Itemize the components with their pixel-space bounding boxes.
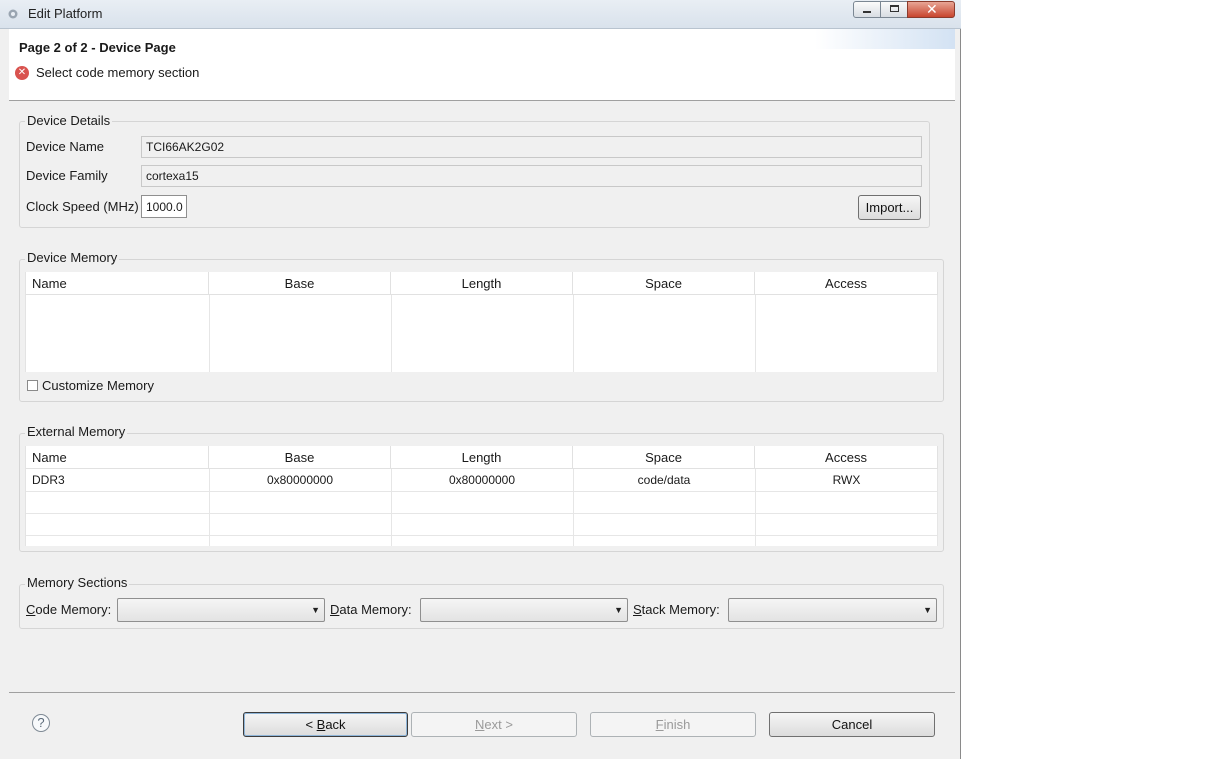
maximize-icon [890,5,899,12]
column-divider [937,295,938,372]
column-header-name[interactable]: Name [26,446,209,469]
header-decoration [815,29,955,49]
table-cell-length: 0x80000000 [448,473,516,487]
back-label: ack [325,717,346,732]
footer-divider [9,692,955,693]
close-icon: ✕ [926,1,938,17]
stack-memory-dropdown[interactable]: ▼ [728,598,937,622]
help-icon[interactable]: ? [32,714,50,732]
column-header-base[interactable]: Base [209,272,391,295]
external-memory-title: External Memory [25,424,128,439]
device-family-field: cortexa15 [141,165,922,187]
error-message: Select code memory section [36,65,200,80]
column-header-space[interactable]: Space [573,446,755,469]
table-cell-name: DDR3 [32,473,65,487]
column-divider [573,469,574,546]
code-memory-label-text: ode Memory: [35,602,112,617]
back-button[interactable]: < Back [243,712,408,737]
import-button[interactable]: Import... [858,195,921,220]
finish-label: inish [663,717,691,732]
column-header-length[interactable]: Length [391,272,573,295]
column-divider [391,295,392,372]
data-memory-mnemonic: D [330,602,340,617]
minimize-icon [863,11,871,13]
column-divider [391,469,392,546]
stack-memory-label: Stack Memory: [633,602,720,617]
stack-memory-label-text: tack Memory: [641,602,720,617]
chevron-down-icon: ▼ [311,605,320,615]
table-cell-base: 0x80000000 [266,473,334,487]
customize-memory-label[interactable]: Customize Memory [42,378,154,393]
device-name-label: Device Name [26,139,105,154]
code-memory-dropdown[interactable]: ▼ [117,598,325,622]
column-divider [209,295,210,372]
next-button[interactable]: Next > [411,712,577,737]
table-cell-space: code/data [637,473,691,487]
device-memory-table[interactable]: Name Base Length Space Access [25,272,938,372]
memory-sections-title: Memory Sections [25,575,130,590]
column-divider [209,469,210,546]
column-header-access[interactable]: Access [755,446,938,469]
wizard-header: Page 2 of 2 - Device Page ✕ Select code … [9,29,955,101]
device-family-label: Device Family [26,168,108,183]
clock-speed-input[interactable]: 1000.0 [141,195,187,218]
device-details-title: Device Details [25,113,113,128]
maximize-button[interactable] [880,1,908,18]
error-icon: ✕ [15,66,29,80]
finish-mnemonic: F [655,717,664,732]
column-divider [755,295,756,372]
table-cell-access: RWX [832,473,861,487]
data-memory-label: Data Memory: [330,602,412,617]
close-button[interactable]: ✕ [907,1,955,18]
app-gear-icon [8,9,18,19]
page-title: Page 2 of 2 - Device Page [19,40,176,55]
edit-platform-window: Edit Platform ✕ Page 2 of 2 - Device Pag… [0,0,961,759]
column-header-name[interactable]: Name [26,272,209,295]
row-divider [26,491,938,492]
next-mnemonic: N [475,717,485,732]
data-memory-dropdown[interactable]: ▼ [420,598,628,622]
row-divider [26,535,938,536]
chevron-down-icon: ▼ [923,605,932,615]
chevron-down-icon: ▼ [614,605,623,615]
window-title: Edit Platform [28,6,103,21]
cancel-button[interactable]: Cancel [769,712,935,737]
row-divider [26,513,938,514]
customize-memory-checkbox[interactable] [27,380,38,391]
column-divider [755,469,756,546]
external-memory-table[interactable]: Name Base Length Space Access DDR3 0x800… [25,446,938,546]
column-header-base[interactable]: Base [209,446,391,469]
table-row[interactable]: DDR3 0x80000000 0x80000000 code/data RWX [26,469,938,491]
device-name-field: TCI66AK2G02 [141,136,922,158]
column-header-length[interactable]: Length [391,446,573,469]
column-divider [573,295,574,372]
column-divider [937,469,938,546]
device-memory-title: Device Memory [25,250,120,265]
back-prefix: < [305,717,317,732]
clock-speed-label: Clock Speed (MHz) [26,199,139,214]
code-memory-mnemonic: C [26,602,36,617]
data-memory-label-text: ata Memory: [339,602,412,617]
next-label: ext > [484,717,513,732]
column-header-space[interactable]: Space [573,272,755,295]
column-header-access[interactable]: Access [755,272,938,295]
finish-button[interactable]: Finish [590,712,756,737]
code-memory-label: Code Memory: [26,602,111,617]
stack-memory-mnemonic: S [633,602,642,617]
title-bar[interactable]: Edit Platform ✕ [0,0,961,29]
minimize-button[interactable] [853,1,881,18]
